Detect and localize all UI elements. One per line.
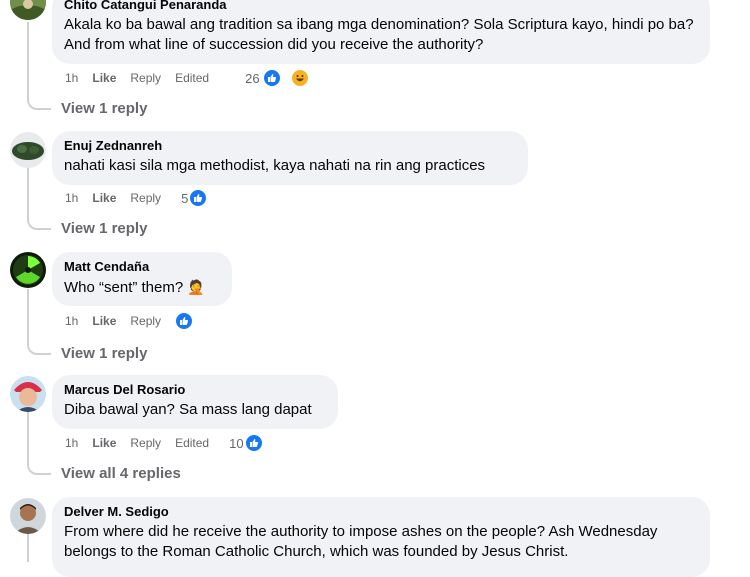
reactions-summary[interactable]: 26 [245,69,322,87]
comment-bubble: Enuj Zednanreh nahati kasi sila mga meth… [52,131,528,185]
reply-button[interactable]: Reply [130,191,161,205]
view-replies-link[interactable]: View 1 reply [61,220,147,237]
reaction-count: 5 [181,190,189,206]
reply-button[interactable]: Reply [130,71,161,85]
view-replies-link[interactable]: View 1 reply [61,100,147,117]
avatar[interactable] [10,376,46,412]
comment-author[interactable]: Marcus Del Rosario [64,382,326,398]
view-replies-link[interactable]: View all 4 replies [61,465,181,482]
reaction-count: 26 [245,70,260,86]
comment-author[interactable]: Matt Cendaña [64,259,220,275]
like-button[interactable]: Like [92,314,116,328]
comment-time[interactable]: 1h [65,71,78,85]
like-button[interactable]: Like [92,436,116,450]
comment-bubble: Chito Catangui Penaranda Akala ko ba baw… [52,0,710,64]
haha-icon [290,69,309,87]
facepalm-emoji: 🤦 [187,279,205,295]
comment-text: nahati kasi sila mga methodist, kaya nah… [64,157,486,174]
comment-bubble: Marcus Del Rosario Diba bawal yan? Sa ma… [52,375,338,429]
comment-time[interactable]: 1h [65,191,78,205]
comment-text: Akala ko ba bawal ang tradition sa ibang… [64,16,694,53]
comment-actions: 1h Like Reply 5 [65,188,221,208]
avatar[interactable] [10,498,46,534]
avatar[interactable] [10,132,46,168]
reactions-summary[interactable]: 5 [181,189,221,207]
comment-actions: 1h Like Reply [65,311,207,331]
avatar[interactable] [10,0,46,20]
reaction-count: 10 [229,435,244,451]
reply-button[interactable]: Reply [130,314,161,328]
comment-time[interactable]: 1h [65,436,78,450]
reactions-summary[interactable] [175,312,207,330]
like-icon [189,189,208,207]
comment-author[interactable]: Enuj Zednanreh [64,138,516,154]
comment-text-body: Who “sent” them? [64,279,184,296]
reply-button[interactable]: Reply [130,436,161,450]
reactions-summary[interactable]: 10 [229,434,276,452]
comment-actions: 1h Like Reply Edited 10 [65,433,277,453]
like-icon [175,312,194,330]
like-icon [262,69,281,87]
comment-bubble: Matt Cendaña Who “sent” them? 🤦 [52,252,232,306]
comment-text: Diba bawal yan? Sa mass lang dapat [64,401,312,418]
comment-text: Who “sent” them? 🤦 [64,277,220,298]
view-replies-link[interactable]: View 1 reply [61,345,147,362]
avatar[interactable] [10,252,46,288]
like-icon [244,434,263,452]
comment-text: From where did he receive the authority … [64,523,658,560]
comment-author[interactable]: Delver M. Sedigo [64,504,698,520]
edited-label[interactable]: Edited [175,71,209,85]
comment-actions: 1h Like Reply Edited 26 [65,68,323,88]
comment-author[interactable]: Chito Catangui Penaranda [64,0,698,13]
comment-time[interactable]: 1h [65,314,78,328]
comment-bubble: Delver M. Sedigo From where did he recei… [52,497,710,577]
like-button[interactable]: Like [92,71,116,85]
edited-label[interactable]: Edited [175,436,209,450]
like-button[interactable]: Like [92,191,116,205]
